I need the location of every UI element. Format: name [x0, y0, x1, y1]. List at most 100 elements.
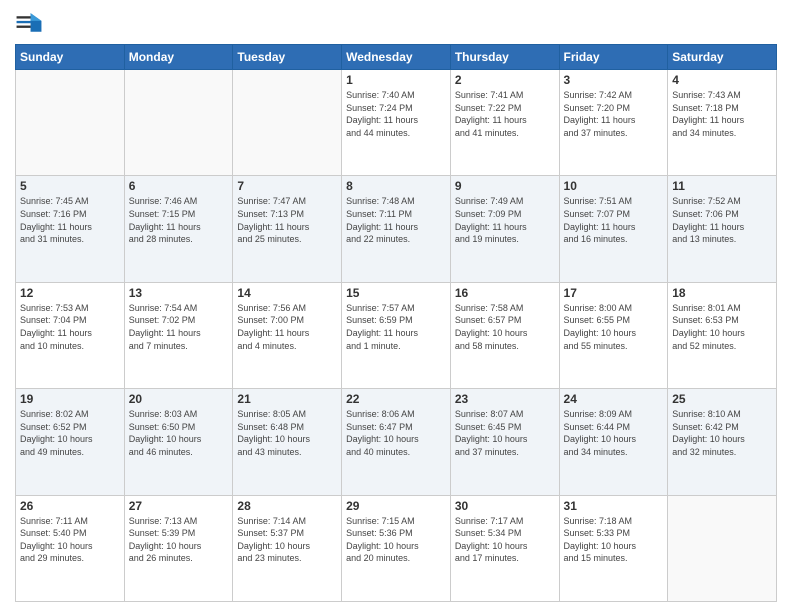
col-header-tuesday: Tuesday	[233, 45, 342, 70]
calendar-cell: 9 Sunrise: 7:49 AM Sunset: 7:09 PM Daylig…	[450, 176, 559, 282]
day-number: 22	[346, 392, 446, 406]
day-info: Sunrise: 7:40 AM Sunset: 7:24 PM Dayligh…	[346, 89, 446, 139]
day-info: Sunrise: 7:18 AM Sunset: 5:33 PM Dayligh…	[564, 515, 664, 565]
day-info: Sunrise: 8:07 AM Sunset: 6:45 PM Dayligh…	[455, 408, 555, 458]
day-number: 4	[672, 73, 772, 87]
day-info: Sunrise: 7:41 AM Sunset: 7:22 PM Dayligh…	[455, 89, 555, 139]
day-number: 19	[20, 392, 120, 406]
calendar-cell	[668, 495, 777, 601]
day-number: 7	[237, 179, 337, 193]
calendar-cell: 28 Sunrise: 7:14 AM Sunset: 5:37 PM Dayli…	[233, 495, 342, 601]
calendar-cell	[233, 70, 342, 176]
logo-icon	[15, 10, 43, 38]
day-number: 31	[564, 499, 664, 513]
day-info: Sunrise: 8:00 AM Sunset: 6:55 PM Dayligh…	[564, 302, 664, 352]
logo	[15, 10, 47, 38]
day-number: 18	[672, 286, 772, 300]
week-row: 12 Sunrise: 7:53 AM Sunset: 7:04 PM Dayli…	[16, 282, 777, 388]
calendar-cell: 24 Sunrise: 8:09 AM Sunset: 6:44 PM Dayli…	[559, 389, 668, 495]
calendar-cell: 16Sunrise: 7:58 AM Sunset: 6:57 PM Dayli…	[450, 282, 559, 388]
calendar-cell: 4 Sunrise: 7:43 AM Sunset: 7:18 PM Daylig…	[668, 70, 777, 176]
week-row: 19Sunrise: 8:02 AM Sunset: 6:52 PM Dayli…	[16, 389, 777, 495]
day-number: 3	[564, 73, 664, 87]
day-info: Sunrise: 7:15 AM Sunset: 5:36 PM Dayligh…	[346, 515, 446, 565]
col-header-saturday: Saturday	[668, 45, 777, 70]
calendar-cell: 11Sunrise: 7:52 AM Sunset: 7:06 PM Dayli…	[668, 176, 777, 282]
day-info: Sunrise: 8:10 AM Sunset: 6:42 PM Dayligh…	[672, 408, 772, 458]
day-info: Sunrise: 7:56 AM Sunset: 7:00 PM Dayligh…	[237, 302, 337, 352]
calendar-cell: 1 Sunrise: 7:40 AM Sunset: 7:24 PM Daylig…	[342, 70, 451, 176]
day-info: Sunrise: 7:43 AM Sunset: 7:18 PM Dayligh…	[672, 89, 772, 139]
day-number: 9	[455, 179, 555, 193]
day-number: 29	[346, 499, 446, 513]
day-info: Sunrise: 8:03 AM Sunset: 6:50 PM Dayligh…	[129, 408, 229, 458]
day-number: 15	[346, 286, 446, 300]
day-number: 28	[237, 499, 337, 513]
calendar-cell: 27Sunrise: 7:13 AM Sunset: 5:39 PM Dayli…	[124, 495, 233, 601]
day-info: Sunrise: 7:48 AM Sunset: 7:11 PM Dayligh…	[346, 195, 446, 245]
calendar-cell: 29 Sunrise: 7:15 AM Sunset: 5:36 PM Dayli…	[342, 495, 451, 601]
day-number: 10	[564, 179, 664, 193]
day-number: 8	[346, 179, 446, 193]
calendar-cell: 10 Sunrise: 7:51 AM Sunset: 7:07 PM Dayli…	[559, 176, 668, 282]
calendar-cell: 31 Sunrise: 7:18 AM Sunset: 5:33 PM Dayli…	[559, 495, 668, 601]
day-info: Sunrise: 7:53 AM Sunset: 7:04 PM Dayligh…	[20, 302, 120, 352]
day-number: 6	[129, 179, 229, 193]
col-header-sunday: Sunday	[16, 45, 125, 70]
calendar-cell: 19Sunrise: 8:02 AM Sunset: 6:52 PM Dayli…	[16, 389, 125, 495]
week-row: 26 Sunrise: 7:11 AM Sunset: 5:40 PM Dayli…	[16, 495, 777, 601]
calendar-cell	[124, 70, 233, 176]
calendar-cell: 3 Sunrise: 7:42 AM Sunset: 7:20 PM Daylig…	[559, 70, 668, 176]
calendar-cell: 22Sunrise: 8:06 AM Sunset: 6:47 PM Dayli…	[342, 389, 451, 495]
day-number: 17	[564, 286, 664, 300]
calendar-cell: 13Sunrise: 7:54 AM Sunset: 7:02 PM Dayli…	[124, 282, 233, 388]
day-number: 23	[455, 392, 555, 406]
day-info: Sunrise: 7:54 AM Sunset: 7:02 PM Dayligh…	[129, 302, 229, 352]
day-info: Sunrise: 7:45 AM Sunset: 7:16 PM Dayligh…	[20, 195, 120, 245]
day-info: Sunrise: 8:09 AM Sunset: 6:44 PM Dayligh…	[564, 408, 664, 458]
day-info: Sunrise: 7:14 AM Sunset: 5:37 PM Dayligh…	[237, 515, 337, 565]
week-row: 1 Sunrise: 7:40 AM Sunset: 7:24 PM Daylig…	[16, 70, 777, 176]
day-number: 20	[129, 392, 229, 406]
day-info: Sunrise: 7:47 AM Sunset: 7:13 PM Dayligh…	[237, 195, 337, 245]
calendar-cell: 20 Sunrise: 8:03 AM Sunset: 6:50 PM Dayli…	[124, 389, 233, 495]
day-info: Sunrise: 7:57 AM Sunset: 6:59 PM Dayligh…	[346, 302, 446, 352]
calendar-cell: 6 Sunrise: 7:46 AM Sunset: 7:15 PM Daylig…	[124, 176, 233, 282]
day-number: 30	[455, 499, 555, 513]
day-number: 24	[564, 392, 664, 406]
day-info: Sunrise: 7:11 AM Sunset: 5:40 PM Dayligh…	[20, 515, 120, 565]
day-number: 27	[129, 499, 229, 513]
header	[15, 10, 777, 38]
day-number: 14	[237, 286, 337, 300]
calendar-cell: 21 Sunrise: 8:05 AM Sunset: 6:48 PM Dayli…	[233, 389, 342, 495]
day-info: Sunrise: 7:51 AM Sunset: 7:07 PM Dayligh…	[564, 195, 664, 245]
calendar-cell: 8 Sunrise: 7:48 AM Sunset: 7:11 PM Daylig…	[342, 176, 451, 282]
week-row: 5 Sunrise: 7:45 AM Sunset: 7:16 PM Daylig…	[16, 176, 777, 282]
day-number: 1	[346, 73, 446, 87]
day-info: Sunrise: 7:49 AM Sunset: 7:09 PM Dayligh…	[455, 195, 555, 245]
day-info: Sunrise: 7:58 AM Sunset: 6:57 PM Dayligh…	[455, 302, 555, 352]
calendar-cell: 18 Sunrise: 8:01 AM Sunset: 6:53 PM Dayli…	[668, 282, 777, 388]
calendar-cell: 12 Sunrise: 7:53 AM Sunset: 7:04 PM Dayli…	[16, 282, 125, 388]
calendar-header-row: SundayMondayTuesdayWednesdayThursdayFrid…	[16, 45, 777, 70]
calendar-cell: 25 Sunrise: 8:10 AM Sunset: 6:42 PM Dayli…	[668, 389, 777, 495]
day-number: 12	[20, 286, 120, 300]
calendar-cell: 23 Sunrise: 8:07 AM Sunset: 6:45 PM Dayli…	[450, 389, 559, 495]
col-header-wednesday: Wednesday	[342, 45, 451, 70]
day-info: Sunrise: 8:05 AM Sunset: 6:48 PM Dayligh…	[237, 408, 337, 458]
calendar-cell: 2 Sunrise: 7:41 AM Sunset: 7:22 PM Daylig…	[450, 70, 559, 176]
day-number: 26	[20, 499, 120, 513]
col-header-monday: Monday	[124, 45, 233, 70]
calendar-cell: 17 Sunrise: 8:00 AM Sunset: 6:55 PM Dayli…	[559, 282, 668, 388]
day-number: 2	[455, 73, 555, 87]
day-number: 25	[672, 392, 772, 406]
day-number: 5	[20, 179, 120, 193]
day-number: 21	[237, 392, 337, 406]
day-info: Sunrise: 7:42 AM Sunset: 7:20 PM Dayligh…	[564, 89, 664, 139]
calendar-cell	[16, 70, 125, 176]
col-header-thursday: Thursday	[450, 45, 559, 70]
day-info: Sunrise: 7:46 AM Sunset: 7:15 PM Dayligh…	[129, 195, 229, 245]
day-info: Sunrise: 8:01 AM Sunset: 6:53 PM Dayligh…	[672, 302, 772, 352]
calendar-cell: 14 Sunrise: 7:56 AM Sunset: 7:00 PM Dayli…	[233, 282, 342, 388]
day-info: Sunrise: 7:17 AM Sunset: 5:34 PM Dayligh…	[455, 515, 555, 565]
